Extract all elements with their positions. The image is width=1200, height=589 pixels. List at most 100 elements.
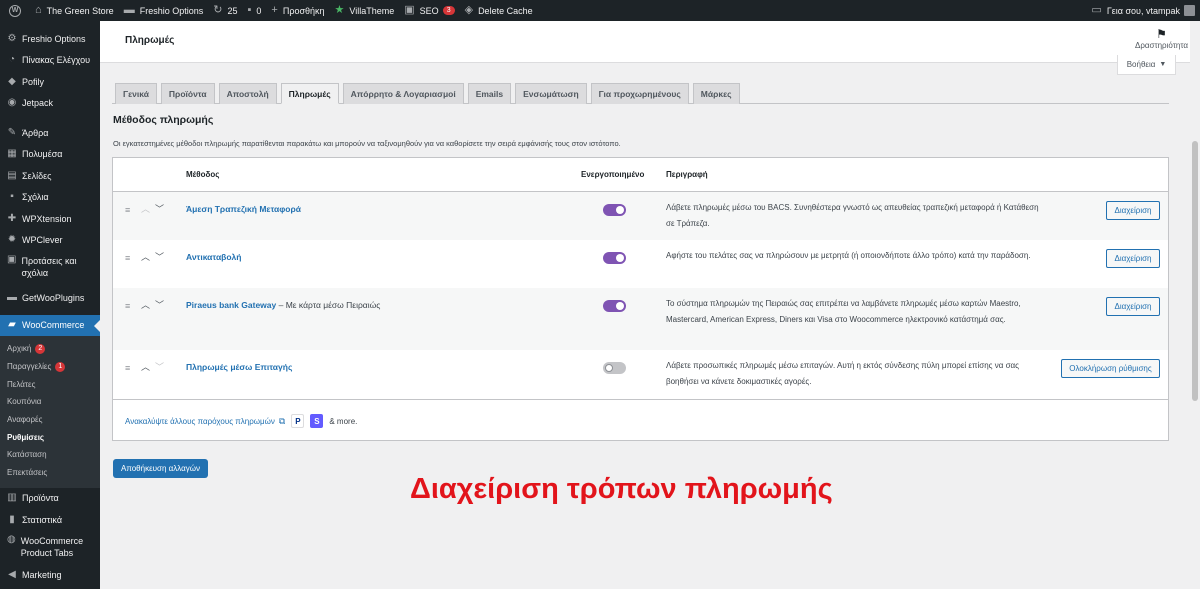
plugin-icon: ▬ — [7, 291, 17, 303]
submenu-label: Ρυθμίσεις — [7, 432, 45, 442]
enable-toggle[interactable] — [603, 362, 626, 374]
sidebar-item-getwooplugins[interactable]: ▬ GetWooPlugins — [0, 287, 100, 309]
payment-method-title[interactable]: Πληρωμές μέσω Επιταγής — [186, 362, 292, 372]
sidebar-item-stats[interactable]: ▮ Στατιστικά — [0, 509, 100, 531]
comments-icon: ▪ — [10, 191, 14, 203]
plugin-icon: ✚ — [7, 212, 17, 224]
delete-cache-menu[interactable]: ◈ Delete Cache — [460, 0, 538, 21]
media-icon: ▦ — [7, 148, 17, 160]
sidebar-item-wpxtension[interactable]: ✚ WPXtension — [0, 208, 100, 230]
sidebar-item-pofily[interactable]: ◆ Pofily — [0, 71, 100, 93]
villatheme-menu[interactable]: ★ VillaTheme — [330, 0, 400, 21]
tab-payments[interactable]: Πληρωμές — [280, 83, 339, 104]
sidebar-item-media[interactable]: ▦ Πολυμέσα — [0, 144, 100, 166]
woocommerce-icon: ▰ — [8, 319, 16, 331]
sidebar-item-posts[interactable]: ✎ Άρθρα — [0, 122, 100, 144]
drag-handle-icon[interactable]: ≡ — [125, 253, 130, 263]
move-up-icon[interactable]: ︿ — [141, 300, 150, 310]
manage-button[interactable]: Διαχείριση — [1106, 201, 1160, 220]
comments-menu[interactable]: ▪ 0 — [242, 0, 266, 21]
manage-button[interactable]: Διαχείριση — [1106, 249, 1160, 268]
enable-toggle[interactable] — [603, 252, 626, 264]
submenu-home[interactable]: Αρχική 2 — [0, 340, 100, 358]
sidebar-item-dashboard[interactable]: ◔ Πίνακας Ελέγχου — [0, 50, 100, 72]
plus-icon: + — [271, 4, 278, 16]
move-down-icon[interactable]: ﹀ — [155, 252, 164, 262]
site-name-menu[interactable]: ⌂ The Green Store — [30, 0, 119, 21]
freshio-options-menu[interactable]: ▬ Freshio Options — [119, 0, 209, 21]
updates-menu[interactable]: ↻ 25 — [208, 0, 242, 21]
drag-handle-icon[interactable]: ≡ — [125, 363, 130, 373]
submenu-coupons[interactable]: Κουπόνια — [0, 393, 100, 411]
chat-icon: ▭ — [1091, 4, 1102, 16]
tab-products[interactable]: Προϊόντα — [160, 83, 215, 104]
more-text: & more. — [329, 416, 358, 426]
page-scrollbar[interactable] — [1190, 21, 1200, 589]
delete-cache-label: Delete Cache — [478, 5, 533, 16]
sidebar-item-product-tabs[interactable]: ◍ WooCommerce Product Tabs — [0, 531, 100, 565]
enable-toggle[interactable] — [603, 300, 626, 312]
tab-brands[interactable]: Μάρκες — [692, 83, 740, 104]
enable-toggle[interactable] — [603, 204, 626, 216]
tab-integration[interactable]: Ενσωμάτωση — [515, 83, 587, 104]
sidebar-item-freshio-options[interactable]: ⚙ Freshio Options — [0, 28, 100, 50]
sidebar-item-woocommerce[interactable]: ▰ WooCommerce — [0, 314, 100, 336]
comments-count: 0 — [256, 5, 262, 16]
admin-sidebar: ⚙ Freshio Options ◔ Πίνακας Ελέγχου ◆ Pofil… — [0, 21, 100, 589]
tab-general[interactable]: Γενικά — [115, 83, 157, 104]
new-content-menu[interactable]: + Προσθήκη — [266, 0, 329, 21]
submenu-status[interactable]: Κατάσταση — [0, 446, 100, 464]
method-description: Το σύστημα πληρωμών της Πειραιώς σας επι… — [666, 299, 1021, 324]
drag-handle-icon[interactable]: ≡ — [125, 301, 130, 311]
payment-method-title[interactable]: Piraeus bank Gateway – Με κάρτα μέσω Πει… — [186, 300, 380, 310]
submenu-reports[interactable]: Αναφορές — [0, 411, 100, 429]
finish-setup-button[interactable]: Ολοκλήρωση ρύθμισης — [1061, 359, 1160, 378]
sidebar-item-marketing[interactable]: ◀ Marketing — [0, 565, 100, 587]
woocommerce-submenu: Αρχική 2 Παραγγελίες 1 Πελάτες Κουπόνια Αν… — [0, 336, 100, 488]
move-down-icon[interactable]: ﹀ — [155, 204, 164, 214]
move-up-icon[interactable]: ︿ — [141, 252, 150, 262]
tab-shipping[interactable]: Αποστολή — [218, 83, 277, 104]
user-menu[interactable]: ▭ Γεια σου, vtampak — [1086, 0, 1200, 21]
sidebar-item-pages[interactable]: ▤ Σελίδες — [0, 165, 100, 187]
submenu-customers[interactable]: Πελάτες — [0, 375, 100, 393]
sidebar-item-label: Σχόλια — [22, 192, 49, 203]
tab-emails[interactable]: Emails — [467, 83, 512, 104]
updates-count: 25 — [227, 5, 238, 16]
tab-privacy-accounts[interactable]: Απόρρητο & Λογαριασμοί — [342, 83, 464, 104]
user-greeting: Γεια σου, vtampak — [1106, 5, 1180, 16]
stats-icon: ▮ — [9, 513, 15, 525]
page-header: Πληρωμές ⚑ Δραστηριότητα — [100, 21, 1200, 63]
manage-button[interactable]: Διαχείριση — [1106, 297, 1160, 316]
save-changes-button[interactable]: Αποθήκευση αλλαγών — [113, 459, 208, 478]
plugin-icon: ✹ — [7, 234, 17, 246]
tab-advanced[interactable]: Για προχωρημένους — [590, 83, 689, 104]
drag-handle-icon[interactable]: ≡ — [125, 205, 130, 215]
sidebar-item-products[interactable]: ▥ Προϊόντα — [0, 488, 100, 510]
submenu-orders[interactable]: Παραγγελίες 1 — [0, 358, 100, 376]
products-icon: ▥ — [7, 492, 17, 504]
comment-icon: ▪ — [247, 4, 252, 16]
sidebar-item-jetpack[interactable]: ◉ Jetpack — [0, 93, 100, 115]
table-footer-divider — [113, 399, 1168, 400]
discover-providers-link[interactable]: Ανακαλύψτε άλλους παρόχους πληρωμών — [125, 417, 275, 426]
method-name: Πληρωμές μέσω Επιταγής — [186, 362, 293, 372]
orders-badge: 1 — [55, 361, 66, 372]
seo-menu[interactable]: ▣ SEO 3 — [399, 0, 459, 21]
sidebar-item-wpclever[interactable]: ✹ WPClever — [0, 230, 100, 252]
sidebar-item-feedback[interactable]: ▣ Προτάσεις και σχόλια — [0, 251, 100, 285]
move-up-icon[interactable]: ︿ — [141, 362, 150, 372]
help-button[interactable]: Βοήθεια ▼ — [1117, 55, 1176, 75]
wp-logo-menu[interactable]: W — [0, 0, 30, 21]
payment-method-title[interactable]: Άμεση Τραπεζική Μεταφορά — [186, 204, 301, 214]
payment-method-title[interactable]: Αντικαταβολή — [186, 252, 241, 262]
submenu-settings[interactable]: Ρυθμίσεις — [0, 428, 100, 446]
sidebar-item-comments[interactable]: ▪ Σχόλια — [0, 187, 100, 209]
sidebar-item-label: Πολυμέσα — [22, 149, 63, 160]
submenu-extensions[interactable]: Επεκτάσεις — [0, 464, 100, 482]
scrollbar-thumb[interactable] — [1192, 141, 1198, 401]
move-down-icon[interactable]: ﹀ — [155, 300, 164, 310]
seo-icon: ▣ — [404, 4, 415, 16]
activity-button[interactable]: ⚑ Δραστηριότητα — [1135, 28, 1188, 51]
settings-tabs: Γενικά Προϊόντα Αποστολή Πληρωμές Απόρρη… — [115, 83, 744, 104]
